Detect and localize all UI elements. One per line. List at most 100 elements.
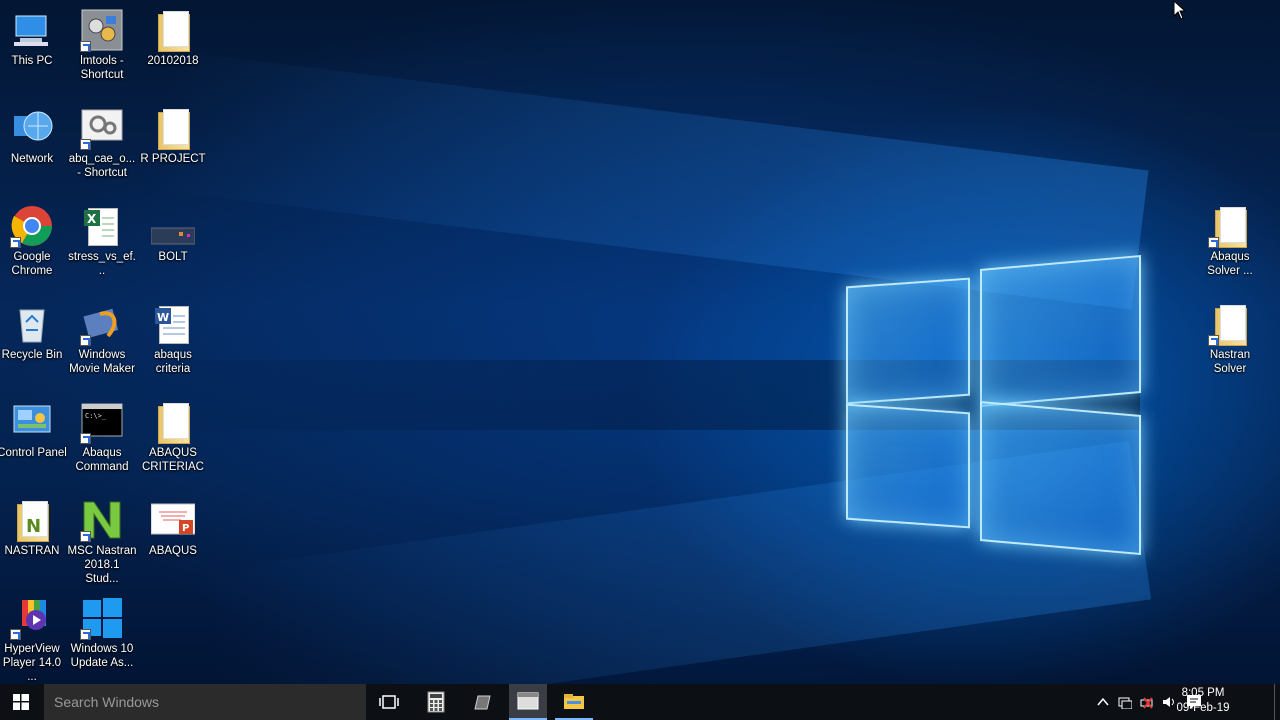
shortcut-arrow-icon xyxy=(80,629,91,640)
recycle-bin-icon xyxy=(10,302,54,346)
shortcut-arrow-icon xyxy=(10,237,21,248)
search-input[interactable]: Search Windows xyxy=(44,684,366,720)
powerpoint-file-icon: P xyxy=(150,498,196,542)
windows-logo-pane-top-right xyxy=(980,254,1141,408)
icon-label: ABAQUS CRITERIAC xyxy=(142,447,204,473)
taskbar-active-app-button[interactable] xyxy=(509,684,547,720)
icon-label: BOLT xyxy=(158,251,188,263)
icon-label: Abaqus Solver ... xyxy=(1207,251,1253,277)
desktop-icon-abaqus-pptx[interactable]: P ABAQUS xyxy=(138,498,208,558)
clock[interactable]: 8:05 PM 09-Feb-19 xyxy=(1168,686,1238,716)
desktop-icon-this-pc[interactable]: This PC xyxy=(0,8,67,68)
clock-time: 8:05 PM xyxy=(1181,687,1225,699)
start-button[interactable] xyxy=(0,684,42,720)
show-desktop-button[interactable] xyxy=(1274,684,1280,720)
desktop-icon-folder-r-project[interactable]: R PROJECT xyxy=(138,106,208,166)
clock-date: 09-Feb-19 xyxy=(1176,702,1230,714)
desktop[interactable]: This PC Network Google Chrome Recycle Bi… xyxy=(0,0,1280,684)
folder-icon xyxy=(151,106,195,150)
folder-icon xyxy=(1208,302,1252,346)
chrome-icon xyxy=(10,204,54,248)
icon-label: Windows Movie Maker xyxy=(69,349,135,375)
icon-label: Nastran Solver xyxy=(1209,349,1251,375)
windows-logo-pane-bottom-right xyxy=(980,400,1141,556)
windows-logo-pane-top-left xyxy=(846,277,970,405)
svg-text:C:\>_: C:\>_ xyxy=(85,412,107,420)
desktop-icon-abaqus-criteria-doc[interactable]: W abaqus criteria xyxy=(138,302,208,376)
mouse-cursor-icon xyxy=(1173,0,1187,20)
desktop-icon-nastran-solver[interactable]: Nastran Solver xyxy=(1195,302,1265,376)
icon-label: This PC xyxy=(11,55,53,67)
taskbar-app-button[interactable] xyxy=(463,684,501,720)
shortcut-arrow-icon xyxy=(10,629,21,640)
taskbar: Search Windows 8:05 PM 09-Feb-19 xyxy=(0,684,1280,720)
desktop-icon-windows-movie-maker[interactable]: Windows Movie Maker xyxy=(67,302,137,376)
taskbar-calculator-button[interactable] xyxy=(417,684,455,720)
desktop-icon-abaqus-solver[interactable]: Abaqus Solver ... xyxy=(1195,204,1265,278)
taskbar-file-explorer-button[interactable] xyxy=(555,684,593,720)
icon-label: Recycle Bin xyxy=(1,349,63,361)
shortcut-arrow-icon xyxy=(80,41,91,52)
desktop-icon-folder-20102018[interactable]: 20102018 xyxy=(138,8,208,68)
icon-label: abq_cae_o... - Shortcut xyxy=(68,153,136,179)
desktop-icon-abq-cae-shortcut[interactable]: abq_cae_o... - Shortcut xyxy=(67,106,137,180)
svg-text:P: P xyxy=(182,523,189,534)
desktop-icon-abaqus-command[interactable]: C:\>_ Abaqus Command xyxy=(67,400,137,474)
network-icon[interactable] xyxy=(1118,695,1132,709)
icon-label: NASTRAN xyxy=(4,545,60,557)
icon-label: Windows 10 Update As... xyxy=(70,643,134,669)
icon-label: 20102018 xyxy=(147,55,199,67)
control-panel-icon xyxy=(10,400,54,444)
icon-label: Network xyxy=(10,153,54,165)
svg-text:W: W xyxy=(157,311,169,324)
nastran-icon xyxy=(80,498,124,542)
folder-icon xyxy=(151,8,195,52)
icon-label: Abaqus Command xyxy=(75,447,129,473)
lmtools-icon xyxy=(80,8,124,52)
desktop-icon-network[interactable]: Network xyxy=(0,106,67,166)
desktop-icon-google-chrome[interactable]: Google Chrome xyxy=(0,204,67,278)
icon-label: MSC Nastran 2018.1 Stud... xyxy=(67,545,137,585)
desktop-icon-folder-abaqus-criteriac[interactable]: ABAQUS CRITERIAC xyxy=(138,400,208,474)
app-window-icon xyxy=(474,695,491,710)
desktop-icon-stress-vs-ef[interactable]: X stress_vs_ef... xyxy=(67,204,137,278)
desktop-icon-bolt[interactable]: BOLT xyxy=(138,204,208,264)
svg-text:X: X xyxy=(87,212,97,226)
hyperview-icon xyxy=(10,596,54,640)
desktop-icon-lmtools-shortcut[interactable]: lmtools - Shortcut xyxy=(67,8,137,82)
desktop-icon-recycle-bin[interactable]: Recycle Bin xyxy=(0,302,67,362)
computer-icon xyxy=(10,8,54,52)
network-globe-icon xyxy=(10,106,54,150)
windows-logo-pane-bottom-left xyxy=(846,403,970,529)
movie-maker-icon xyxy=(80,302,124,346)
folder-icon xyxy=(1208,204,1252,248)
desktop-icon-nastran[interactable]: N NASTRAN xyxy=(0,498,67,558)
power-warning-icon[interactable] xyxy=(1140,695,1154,709)
shortcut-arrow-icon xyxy=(1208,237,1219,248)
calculator-icon xyxy=(427,691,445,713)
icon-label: R PROJECT xyxy=(140,153,206,165)
icon-label: Control Panel xyxy=(0,447,67,459)
shortcut-arrow-icon xyxy=(80,531,91,542)
task-view-button[interactable] xyxy=(370,684,408,720)
excel-file-icon: X xyxy=(80,204,124,248)
shortcut-arrow-icon xyxy=(80,139,91,150)
chevron-up-icon[interactable] xyxy=(1096,695,1110,709)
shortcut-arrow-icon xyxy=(80,335,91,346)
folder-icon: N xyxy=(10,498,54,542)
command-prompt-icon: C:\>_ xyxy=(80,400,124,444)
word-file-icon: W xyxy=(151,302,195,346)
windows-start-icon xyxy=(13,694,29,710)
shortcut-arrow-icon xyxy=(1208,335,1219,346)
image-thumbnail-icon xyxy=(150,204,196,248)
desktop-icon-hyperview-player[interactable]: HyperView Player 14.0 ... xyxy=(0,596,67,684)
desktop-icon-msc-nastran[interactable]: MSC Nastran 2018.1 Stud... xyxy=(67,498,137,586)
shortcut-arrow-icon xyxy=(80,433,91,444)
icon-label: HyperView Player 14.0 ... xyxy=(2,643,62,683)
icon-label: stress_vs_ef... xyxy=(68,251,136,277)
task-view-icon xyxy=(379,695,399,709)
folder-icon xyxy=(151,400,195,444)
desktop-icon-windows-10-update-assistant[interactable]: Windows 10 Update As... xyxy=(67,596,137,670)
desktop-icon-control-panel[interactable]: Control Panel xyxy=(0,400,67,460)
svg-text:N: N xyxy=(26,516,41,537)
